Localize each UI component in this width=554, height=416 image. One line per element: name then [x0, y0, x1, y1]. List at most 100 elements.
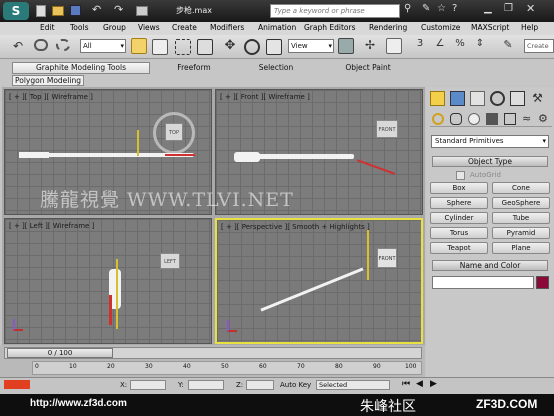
move-icon[interactable]: ✥ — [222, 38, 238, 54]
menu-help[interactable]: Help — [521, 23, 538, 32]
teapot-button[interactable]: Teapot — [430, 242, 488, 254]
select-by-name-icon[interactable] — [152, 39, 168, 55]
x-coord-input[interactable] — [130, 380, 166, 390]
helpers-icon[interactable] — [504, 113, 516, 125]
search-icon[interactable]: ⚲ — [404, 3, 411, 14]
autogrid-checkbox[interactable] — [456, 171, 465, 180]
modify-tab-icon[interactable] — [450, 91, 465, 106]
viewcube[interactable]: FRONT — [376, 120, 398, 138]
percent-snap-icon[interactable]: % — [452, 38, 468, 54]
ribbon-tab-graphite[interactable]: Graphite Modeling Tools — [12, 62, 150, 74]
auto-key-button[interactable]: Auto Key — [280, 381, 311, 389]
menu-rendering[interactable]: Rendering — [369, 23, 407, 32]
select-manipulate-icon[interactable]: ✢ — [362, 38, 378, 54]
viewport-label[interactable]: [ + ][ Top ][ Wireframe ] — [9, 93, 93, 101]
maxscript-listener[interactable] — [4, 380, 30, 389]
unlink-icon[interactable] — [56, 39, 70, 51]
lights-icon[interactable] — [468, 113, 480, 125]
spinner-snap-icon[interactable]: ⇕ — [472, 38, 488, 54]
spacewarps-icon[interactable]: ≈ — [522, 112, 531, 125]
menu-edit[interactable]: Edit — [40, 23, 55, 32]
cameras-icon[interactable] — [486, 113, 498, 125]
minimize-button[interactable]: ▁ — [484, 3, 492, 14]
window-crossing-icon[interactable] — [197, 39, 213, 55]
cone-button[interactable]: Cone — [492, 182, 550, 194]
shapes-icon[interactable] — [450, 113, 462, 125]
object-type-rollout[interactable]: Object Type — [432, 156, 548, 167]
search-input[interactable]: Type a keyword or phrase — [270, 4, 400, 18]
systems-icon[interactable]: ⚙ — [538, 112, 548, 125]
object-name-input[interactable] — [432, 276, 534, 289]
display-tab-icon[interactable] — [510, 91, 525, 106]
z-coord-input[interactable] — [246, 380, 274, 390]
menu-maxscript[interactable]: MAXScript — [471, 23, 510, 32]
snaps-toggle-icon[interactable]: 3 — [412, 38, 428, 54]
new-file-icon[interactable] — [36, 5, 46, 17]
selection-filter-dropdown[interactable]: All ▾ — [80, 39, 126, 53]
key-filter-dropdown[interactable]: Selected — [316, 380, 390, 390]
angle-snap-icon[interactable]: ∠ — [432, 38, 448, 54]
y-coord-input[interactable] — [188, 380, 224, 390]
menu-modifiers[interactable]: Modifiers — [210, 23, 244, 32]
ribbon-tab-object-paint[interactable]: Object Paint — [316, 63, 420, 72]
viewport-label[interactable]: [ + ][ Front ][ Wireframe ] — [220, 93, 310, 101]
ref-coord-dropdown[interactable]: View ▾ — [288, 39, 334, 53]
keyboard-shortcut-icon[interactable] — [386, 38, 402, 54]
close-button[interactable]: ✕ — [526, 2, 535, 15]
time-slider[interactable]: 0 / 100 — [4, 347, 422, 359]
plane-button[interactable]: Plane — [492, 242, 550, 254]
time-slider-thumb[interactable]: 0 / 100 — [7, 348, 113, 358]
pivot-center-icon[interactable] — [338, 38, 354, 54]
scale-icon[interactable] — [266, 39, 282, 55]
communication-icon[interactable]: ☆ — [437, 3, 446, 14]
menu-tools[interactable]: Tools — [70, 23, 88, 32]
save-file-icon[interactable] — [70, 5, 81, 16]
cylinder-button[interactable]: Cylinder — [430, 212, 488, 224]
viewport-left[interactable]: [ + ][ Left ][ Wireframe ] LEFT — [4, 218, 212, 344]
ribbon-tab-freeform[interactable]: Freeform — [152, 63, 236, 72]
play-icon[interactable]: ▶ — [430, 379, 437, 389]
object-color-swatch[interactable] — [536, 276, 549, 289]
redo-icon[interactable]: ↷ — [114, 3, 123, 16]
link-icon[interactable] — [34, 39, 48, 51]
create-tab-icon[interactable] — [430, 91, 445, 106]
primitive-type-dropdown[interactable]: Standard Primitives ▾ — [431, 135, 549, 148]
restore-button[interactable]: ❐ — [504, 3, 513, 14]
help-icon[interactable]: ? — [452, 3, 457, 14]
edit-named-selection-icon[interactable]: ✎ — [500, 38, 516, 54]
viewcube[interactable]: TOP — [165, 123, 183, 141]
viewcube[interactable]: LEFT — [160, 253, 180, 269]
undo-icon[interactable]: ↶ — [92, 3, 101, 16]
menu-graph-editors[interactable]: Graph Editors — [304, 23, 356, 32]
rotate-icon[interactable] — [244, 39, 260, 55]
open-file-icon[interactable] — [52, 6, 64, 16]
motion-tab-icon[interactable] — [490, 91, 505, 106]
pyramid-button[interactable]: Pyramid — [492, 227, 550, 239]
viewcube[interactable]: FRONT — [377, 248, 397, 268]
box-button[interactable]: Box — [430, 182, 488, 194]
app-logo-icon[interactable]: S — [3, 2, 29, 20]
go-to-start-icon[interactable]: ⏮ — [402, 379, 410, 389]
name-and-color-rollout[interactable]: Name and Color — [432, 260, 548, 271]
select-object-icon[interactable] — [131, 38, 147, 54]
track-bar[interactable]: 0 10 20 30 40 50 60 70 80 90 100 — [32, 361, 422, 375]
viewport-label[interactable]: [ + ][ Left ][ Wireframe ] — [9, 222, 94, 230]
menu-create[interactable]: Create — [172, 23, 197, 32]
menu-group[interactable]: Group — [103, 23, 126, 32]
named-selection-input[interactable]: Create — [524, 39, 554, 53]
utilities-tab-icon[interactable]: ⚒ — [530, 91, 545, 106]
project-folder-icon[interactable] — [136, 6, 148, 16]
rect-selection-icon[interactable] — [175, 39, 191, 55]
viewport-label[interactable]: [ + ][ Perspective ][ Smooth + Highlight… — [221, 223, 370, 231]
torus-button[interactable]: Torus — [430, 227, 488, 239]
tube-button[interactable]: Tube — [492, 212, 550, 224]
ribbon-tab-selection[interactable]: Selection — [238, 63, 314, 72]
menu-animation[interactable]: Animation — [258, 23, 296, 32]
ribbon-subtab-polygon[interactable]: Polygon Modeling — [12, 75, 84, 86]
subscription-icon[interactable]: ✎ — [422, 3, 430, 14]
prev-frame-icon[interactable]: ◀ — [416, 379, 423, 389]
undo-scene-icon[interactable]: ↶ — [10, 39, 26, 55]
sphere-button[interactable]: Sphere — [430, 197, 488, 209]
geometry-icon[interactable] — [432, 113, 444, 125]
menu-customize[interactable]: Customize — [421, 23, 460, 32]
